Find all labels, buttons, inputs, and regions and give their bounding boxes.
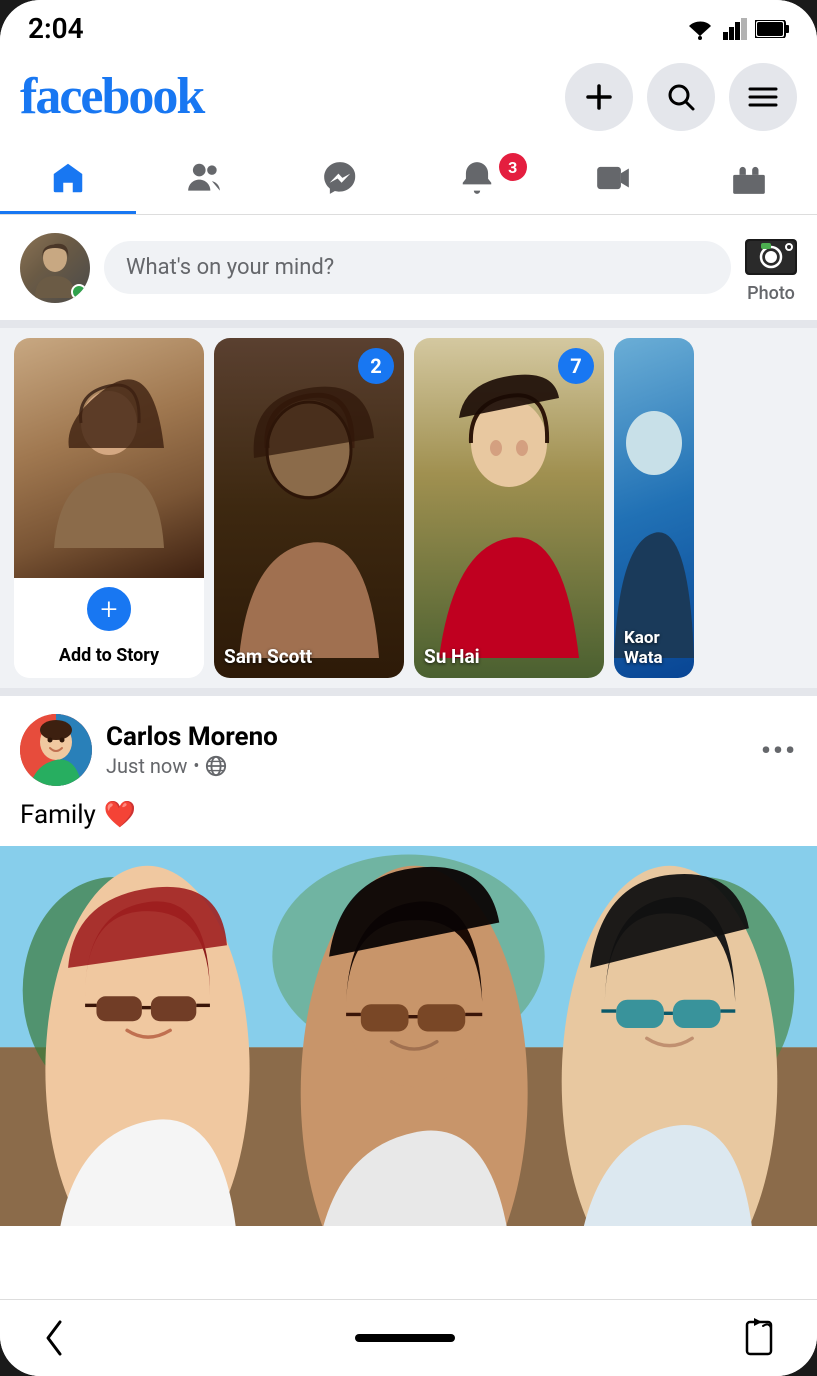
tab-marketplace[interactable] [681, 145, 817, 214]
photo-button[interactable]: Photo [745, 231, 797, 304]
home-indicator[interactable] [355, 1334, 455, 1342]
story-kaor[interactable]: Kaor Wata [614, 338, 694, 678]
status-icons [685, 18, 789, 40]
post-avatar-image [20, 714, 92, 786]
post-author: Carlos Moreno [106, 722, 747, 752]
header-actions [565, 63, 797, 131]
tab-notifications[interactable]: 3 [409, 145, 545, 214]
story-name-kaor: Kaor Wata [624, 628, 694, 668]
post-text: Family ❤️ [0, 796, 817, 846]
stories-container: + Add to Story 2 Sam [0, 328, 817, 696]
signal-icon [723, 18, 747, 40]
post-separator: • [193, 756, 199, 777]
status-time: 2:04 [28, 12, 84, 45]
scroll-area[interactable]: What's on your mind? Photo [0, 215, 817, 1299]
tab-video[interactable] [545, 145, 681, 214]
post-time: Just now [106, 754, 187, 778]
post-meta: Just now • [106, 754, 747, 778]
story-name-su: Su Hai [424, 645, 480, 668]
notification-badge: 3 [499, 153, 527, 181]
story-su-hai[interactable]: 7 Su Hai [414, 338, 604, 678]
wifi-icon [685, 18, 715, 40]
header: facebook [0, 53, 817, 145]
facebook-logo: facebook [20, 71, 203, 123]
story-add-card[interactable]: + Add to Story [14, 338, 204, 678]
post-avatar[interactable] [20, 714, 92, 786]
back-button[interactable] [40, 1318, 68, 1358]
rotate-button[interactable] [741, 1318, 777, 1358]
add-button[interactable] [565, 63, 633, 131]
post-card: Carlos Moreno Just now • ••• [0, 696, 817, 1226]
story-count-badge-sam: 2 [358, 348, 394, 384]
nav-tabs: 3 [0, 145, 817, 215]
photo-label: Photo [747, 283, 795, 304]
tab-friends[interactable] [136, 145, 272, 214]
status-bar: 2:04 [0, 0, 817, 53]
story-count-badge-su: 7 [558, 348, 594, 384]
post-more-button[interactable]: ••• [761, 734, 797, 767]
phone-frame: 2:04 facebook [0, 0, 817, 1376]
post-input[interactable]: What's on your mind? [104, 241, 731, 294]
online-indicator [71, 284, 87, 300]
current-user-avatar [20, 233, 90, 303]
globe-icon [205, 755, 227, 777]
photo-icon [745, 231, 797, 279]
post-image[interactable] [0, 846, 817, 1226]
tab-home[interactable] [0, 145, 136, 214]
search-button[interactable] [647, 63, 715, 131]
bottom-nav [0, 1299, 817, 1376]
story-name-sam: Sam Scott [224, 645, 312, 668]
menu-button[interactable] [729, 63, 797, 131]
post-info: Carlos Moreno Just now • [106, 722, 747, 778]
post-header: Carlos Moreno Just now • ••• [0, 696, 817, 796]
story-add-button[interactable]: + [83, 583, 135, 635]
tab-messenger[interactable] [272, 145, 408, 214]
create-post-area: What's on your mind? Photo [0, 215, 817, 328]
story-sam-scott[interactable]: 2 Sam Scott [214, 338, 404, 678]
battery-icon [755, 20, 789, 38]
story-add-image-top: + [14, 338, 204, 613]
